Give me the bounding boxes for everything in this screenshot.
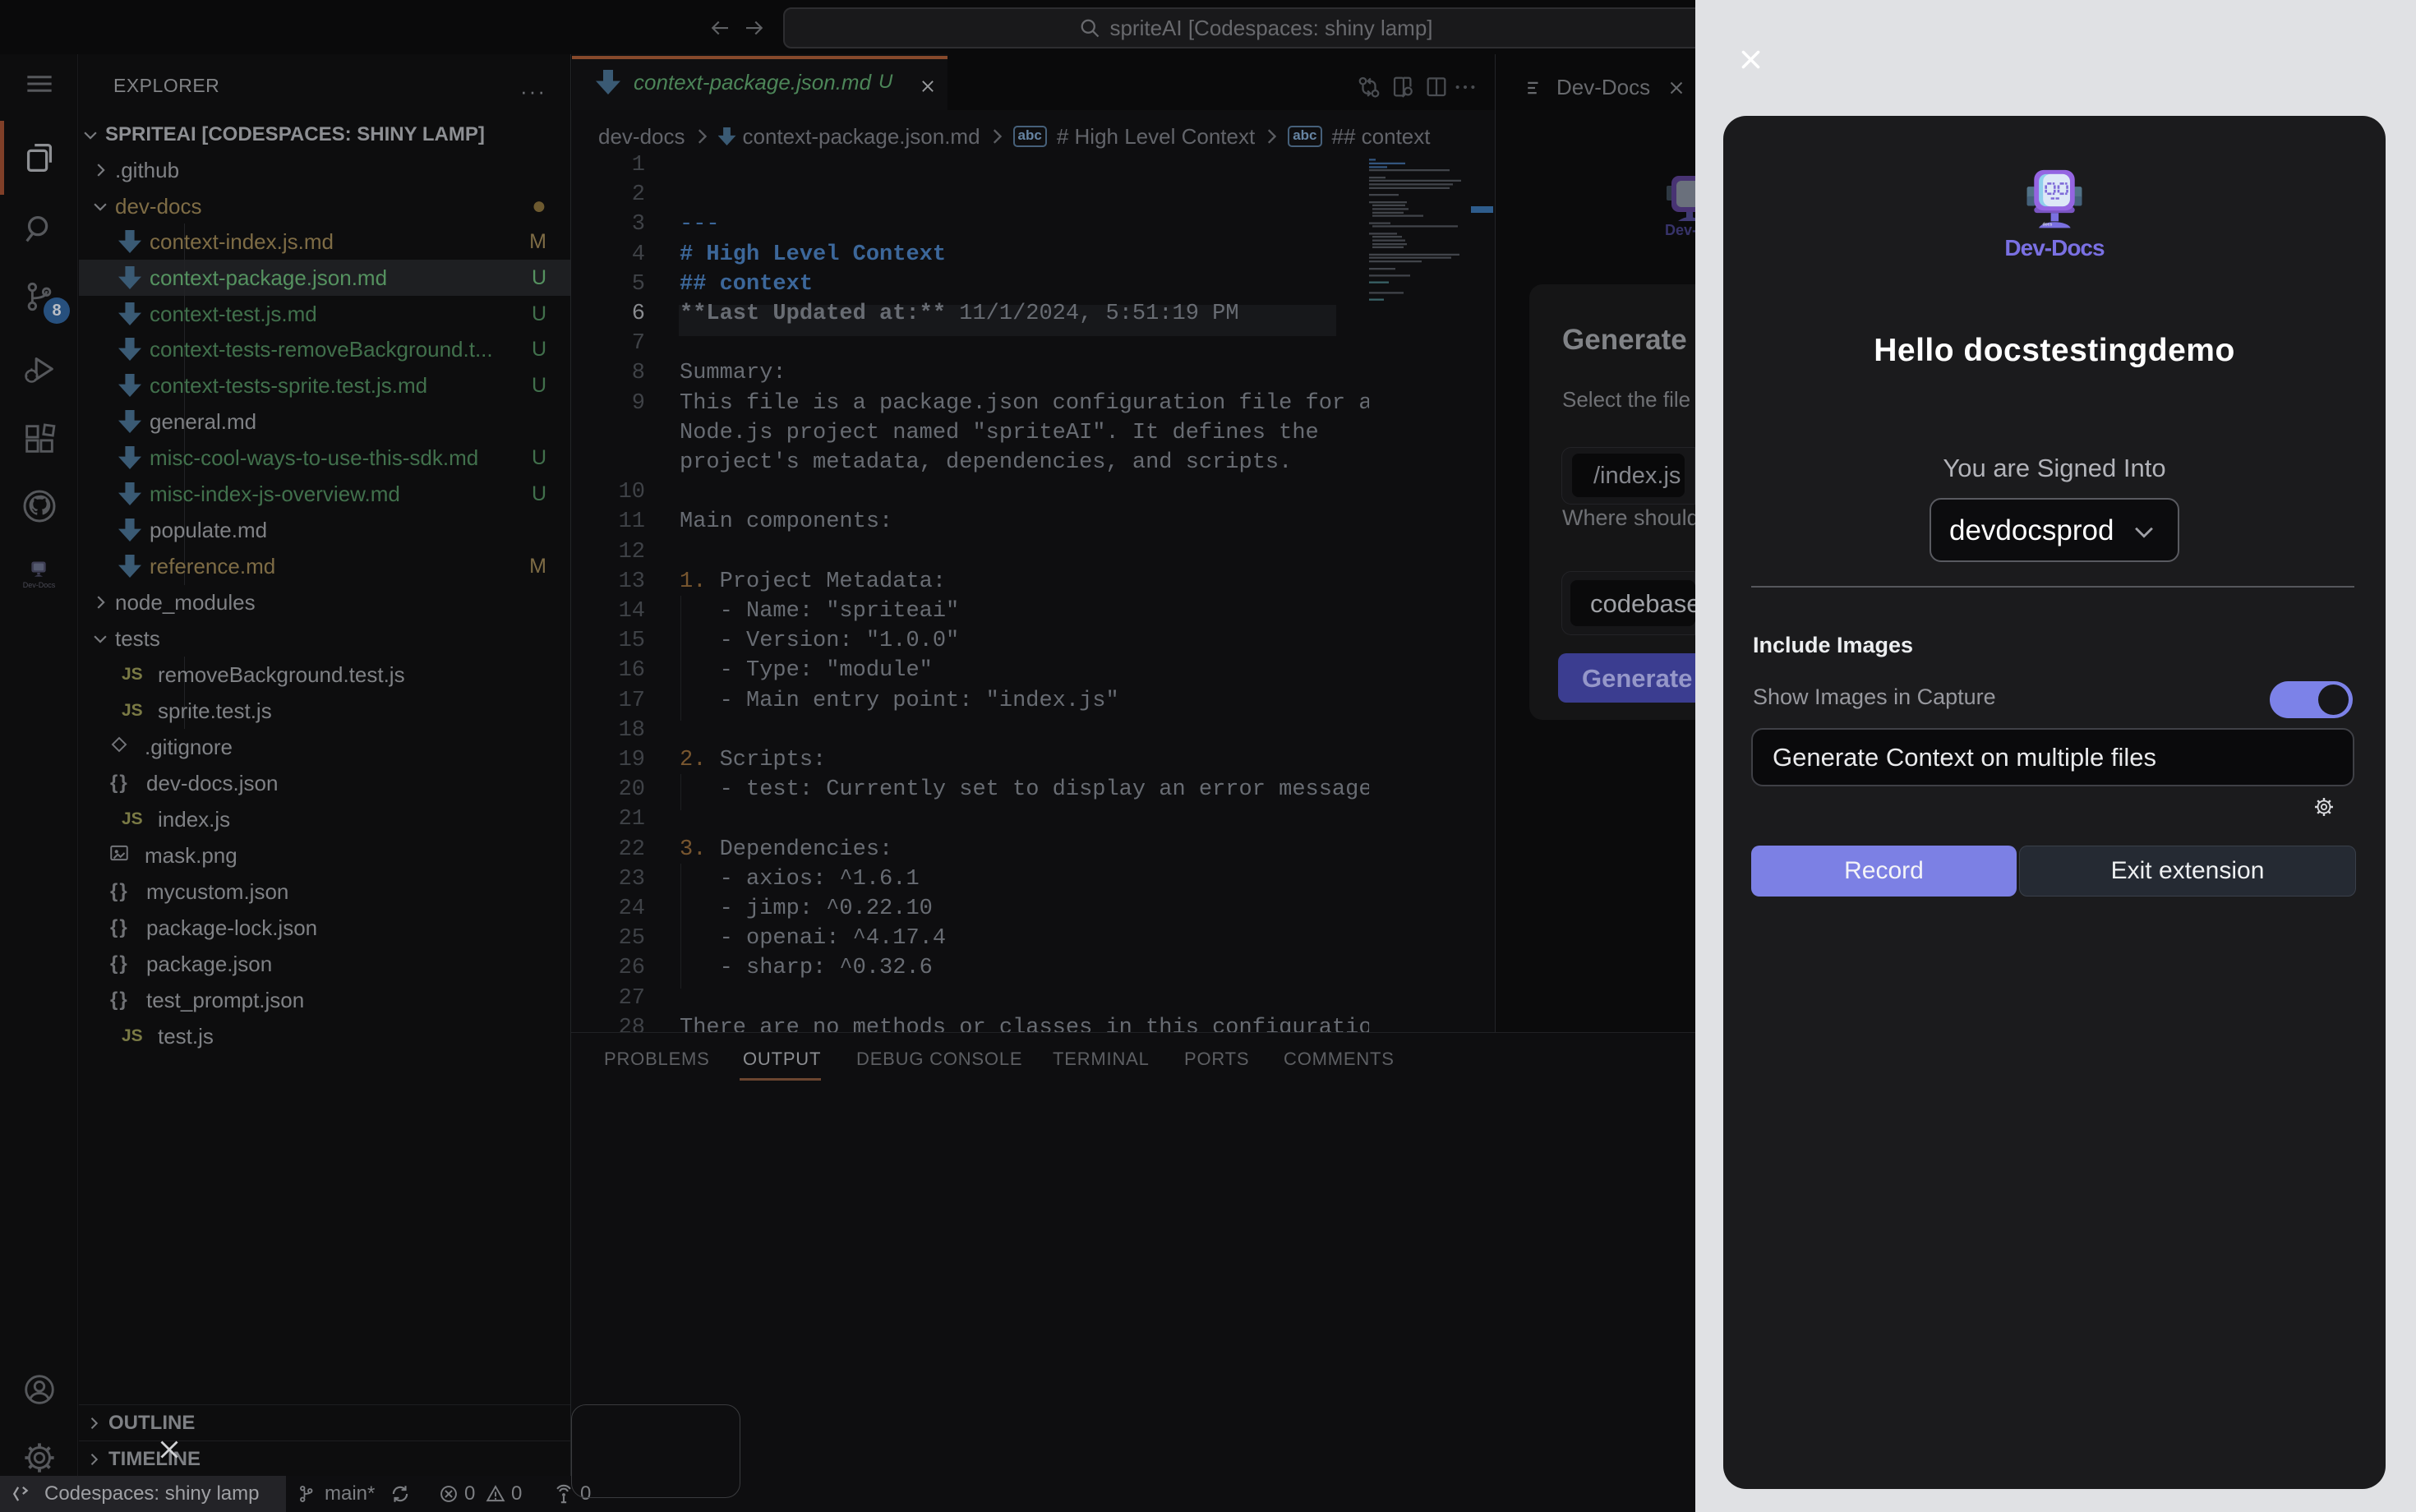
svg-text:docs: docs [2042, 222, 2052, 227]
svg-text:Dev-Do: Dev-Do [1665, 222, 1695, 237]
